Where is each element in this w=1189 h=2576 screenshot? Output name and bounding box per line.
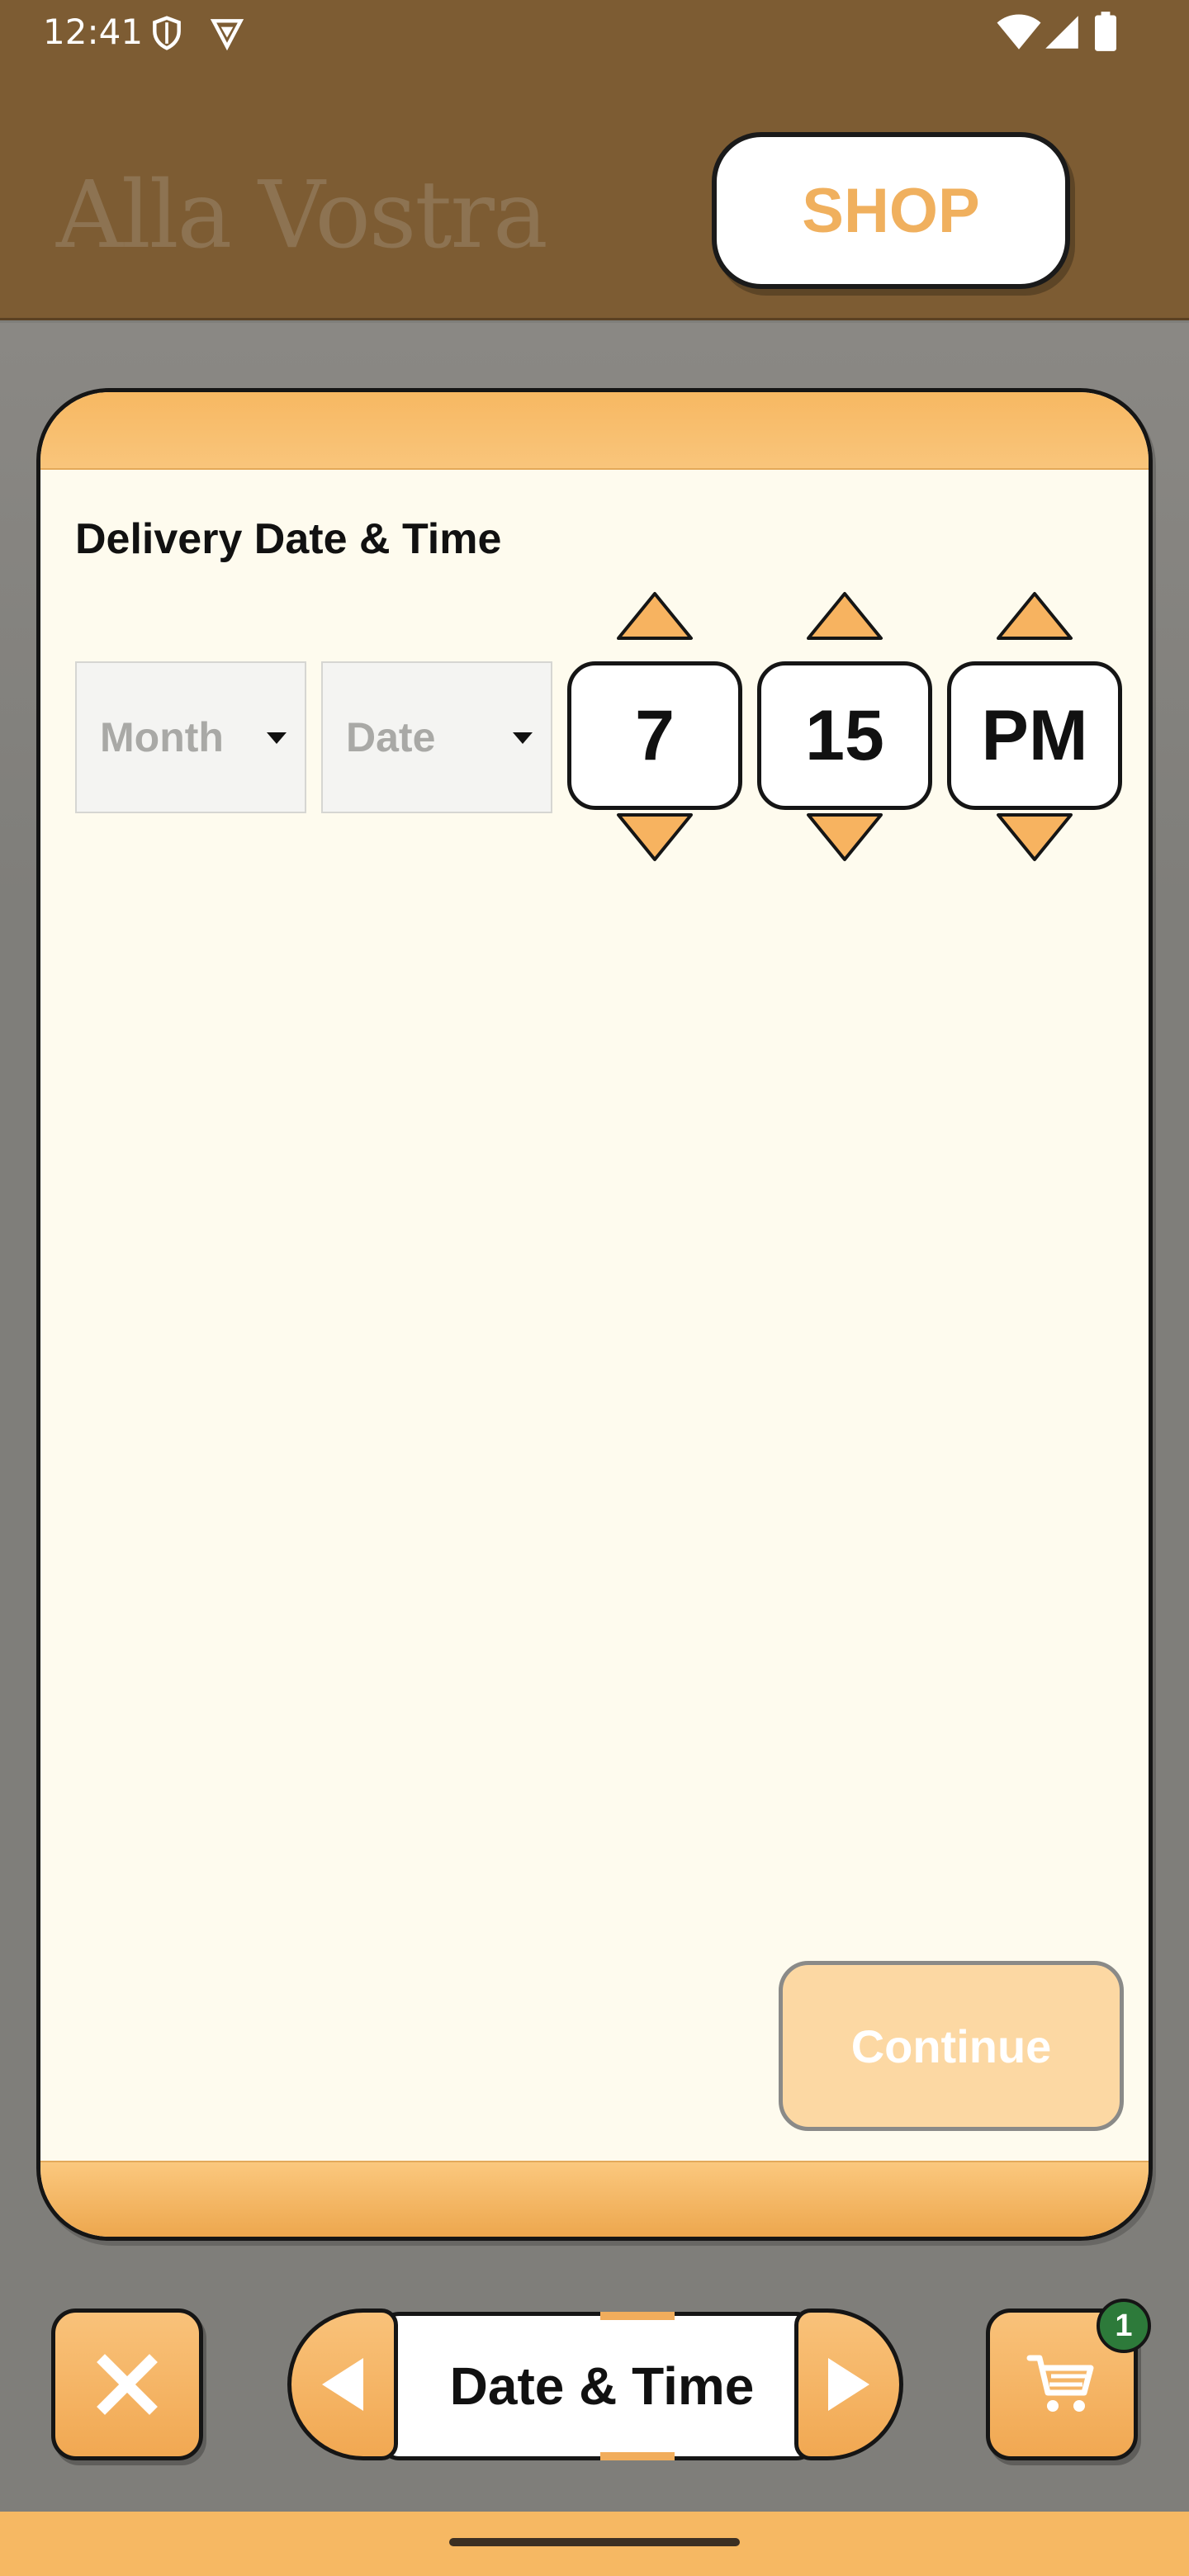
shop-button[interactable]: SHOP (712, 132, 1070, 289)
cart-count-badge: 1 (1097, 2299, 1151, 2353)
step-indicator: Date & Time (377, 2312, 819, 2460)
card-top-band (40, 392, 1149, 470)
status-time: 12:41 (43, 12, 144, 52)
hour-down-arrow-icon[interactable] (615, 810, 694, 863)
cart-icon (1026, 2355, 1094, 2412)
continue-button[interactable]: Continue (779, 1961, 1124, 2131)
chevron-right-icon (828, 2358, 869, 2411)
vpn-icon (210, 19, 244, 51)
hour-value: 7 (567, 661, 742, 810)
month-select[interactable]: Month (75, 661, 306, 813)
date-select-value: Date (346, 714, 436, 760)
delivery-card: Delivery Date & Time Month Date 7 15 PM (36, 388, 1153, 2241)
signal-icon (1045, 16, 1078, 49)
wifi-icon (997, 14, 1041, 50)
hour-up-arrow-icon[interactable] (615, 590, 694, 643)
meridiem-down-arrow-icon[interactable] (995, 810, 1074, 863)
caret-down-icon (267, 732, 287, 744)
step-label: Date & Time (449, 2356, 755, 2416)
minute-value: 15 (757, 661, 932, 810)
meridiem-spinner: PM (947, 590, 1122, 863)
brand-logo: Alla Vostra (56, 162, 548, 269)
minute-down-arrow-icon[interactable] (805, 810, 884, 863)
battery-icon (1095, 12, 1116, 51)
home-indicator[interactable] (449, 2538, 740, 2546)
card-bottom-band (40, 2161, 1149, 2237)
system-gesture-bar (0, 2512, 1189, 2576)
step-marker-bottom (600, 2452, 675, 2460)
caret-down-icon (513, 732, 533, 744)
app-header: Alla Vostra SHOP (0, 64, 1189, 320)
section-title: Delivery Date & Time (75, 515, 502, 563)
hour-spinner: 7 (567, 590, 742, 863)
next-step-button[interactable] (794, 2308, 903, 2460)
meridiem-value: PM (947, 661, 1122, 810)
status-bar: 12:41 (0, 0, 1189, 64)
close-icon (97, 2354, 158, 2415)
close-button[interactable] (51, 2308, 203, 2460)
date-select[interactable]: Date (321, 661, 552, 813)
shield-icon (153, 16, 181, 50)
minute-up-arrow-icon[interactable] (805, 590, 884, 643)
chevron-left-icon (322, 2358, 363, 2411)
meridiem-up-arrow-icon[interactable] (995, 590, 1074, 643)
month-select-value: Month (100, 714, 224, 760)
minute-spinner: 15 (757, 590, 932, 863)
previous-step-button[interactable] (287, 2308, 398, 2460)
